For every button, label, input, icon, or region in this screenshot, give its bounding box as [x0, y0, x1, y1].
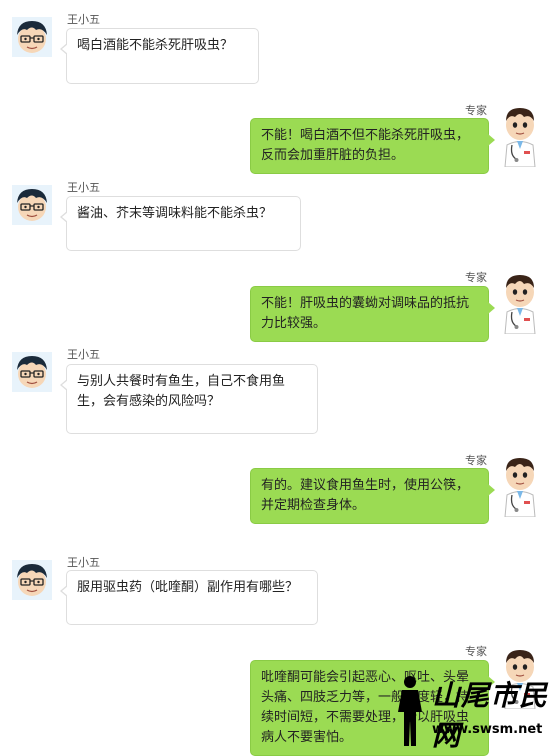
sender-name-expert: 专家 — [465, 271, 487, 284]
user-avatar[interactable] — [12, 185, 52, 225]
expert-avatar[interactable] — [498, 455, 543, 517]
message-bubble[interactable]: 服用驱虫药（吡喹酮）副作用有哪些？ — [60, 570, 318, 625]
sender-name-user: 王小五 — [67, 348, 100, 361]
expert-avatar[interactable] — [498, 272, 543, 334]
user-avatar[interactable] — [12, 17, 52, 57]
site-watermark: 山尾市民网 www.swsm.net — [388, 672, 548, 752]
sender-name-expert: 专家 — [465, 645, 487, 658]
message-bubble[interactable]: 与别人共餐时有鱼生，自己不食用鱼生，会有感染的风险吗？ — [60, 364, 318, 434]
message-bubble[interactable]: 有的。建议食用鱼生时，使用公筷，并定期检查身体。 — [250, 468, 495, 524]
sender-name-user: 王小五 — [67, 556, 100, 569]
sender-name-expert: 专家 — [465, 454, 487, 467]
user-avatar[interactable] — [12, 560, 52, 600]
user-avatar[interactable] — [12, 352, 52, 392]
watermark-url: www.swsm.net — [432, 722, 543, 737]
sender-name-expert: 专家 — [465, 104, 487, 117]
watermark-title: 山尾市民网 — [432, 679, 549, 752]
sender-name-user: 王小五 — [67, 181, 100, 194]
silhouette-figure-icon — [398, 676, 422, 746]
message-bubble[interactable]: 不能！肝吸虫的囊蚴对调味品的抵抗力比较强。 — [250, 286, 495, 342]
expert-avatar[interactable] — [498, 105, 543, 167]
sender-name-user: 王小五 — [67, 13, 100, 26]
message-bubble[interactable]: 酱油、芥末等调味料能不能杀虫？ — [60, 196, 301, 251]
message-bubble[interactable]: 不能！喝白酒不但不能杀死肝吸虫，反而会加重肝脏的负担。 — [250, 118, 495, 174]
message-bubble[interactable]: 喝白酒能不能杀死肝吸虫？ — [60, 28, 259, 84]
